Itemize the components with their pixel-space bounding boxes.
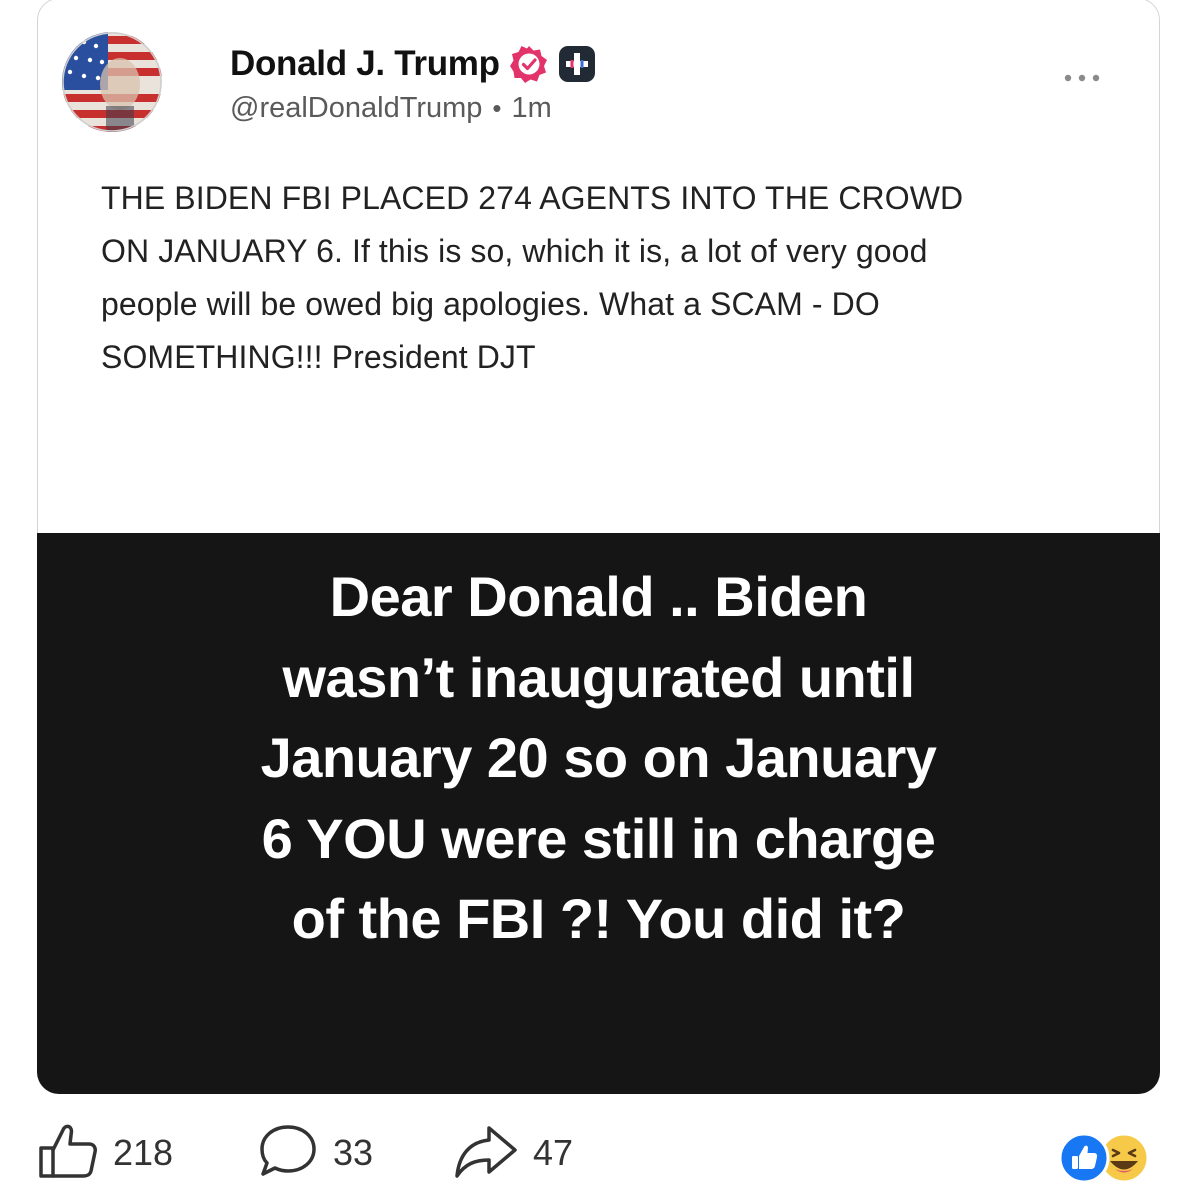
author-name[interactable]: Donald J. Trump xyxy=(230,44,500,84)
post-header: Donald J. Trump @realDonaldTrump • 1m xyxy=(62,32,1132,142)
meme-caption-line: Dear Donald .. Biden xyxy=(329,565,868,628)
meme-caption-line: of the FBI ?! You did it? xyxy=(291,887,906,950)
screenshot-page: Donald J. Trump @realDonaldTrump • 1m TH… xyxy=(0,0,1198,1200)
verified-badge-icon xyxy=(509,45,548,83)
post-text-line: people will be owed big apologies. What … xyxy=(101,286,880,322)
avatar-image xyxy=(62,32,162,132)
share-count: 47 xyxy=(533,1132,574,1173)
separator-dot: • xyxy=(492,93,502,123)
share-arrow-icon xyxy=(453,1122,519,1185)
comment-count: 33 xyxy=(333,1132,374,1173)
post-text-line: THE BIDEN FBI PLACED 274 AGENTS INTO THE… xyxy=(101,180,964,216)
meme-caption-line: January 20 so on January xyxy=(260,726,937,789)
meme-caption-line: 6 YOU were still in charge xyxy=(261,806,936,870)
share-button[interactable]: 47 xyxy=(453,1118,573,1188)
plus-badge-icon xyxy=(558,45,596,83)
like-count: 218 xyxy=(113,1132,174,1173)
post-text-line: ON JANUARY 6. If this is so, which it is… xyxy=(101,233,928,269)
post-time[interactable]: 1m xyxy=(512,92,552,125)
avatar[interactable] xyxy=(62,32,162,132)
more-options-icon[interactable] xyxy=(1062,70,1102,86)
author-name-row: Donald J. Trump xyxy=(230,42,596,86)
post-text-line: SOMETHING!!! President DJT xyxy=(101,339,536,375)
reaction-summary[interactable] xyxy=(1058,1132,1152,1184)
meme-caption-line: wasn’t inaugurated until xyxy=(282,645,915,709)
like-reaction-icon xyxy=(1058,1132,1110,1184)
comment-button[interactable]: 33 xyxy=(257,1118,373,1188)
post-text: THE BIDEN FBI PLACED 274 AGENTS INTO THE… xyxy=(101,172,1111,384)
handle-row: @realDonaldTrump • 1m xyxy=(230,92,552,125)
author-handle[interactable]: @realDonaldTrump xyxy=(230,92,482,125)
thumbs-up-icon xyxy=(37,1122,99,1185)
meme-caption: Dear Donald .. Biden wasn’t inaugurated … xyxy=(97,557,1100,960)
comment-bubble-icon xyxy=(257,1122,319,1185)
meme-image[interactable]: Dear Donald .. Biden wasn’t inaugurated … xyxy=(37,533,1160,1094)
post-actions-bar: 218 33 47 xyxy=(37,1118,1160,1188)
like-button[interactable]: 218 xyxy=(37,1118,173,1188)
